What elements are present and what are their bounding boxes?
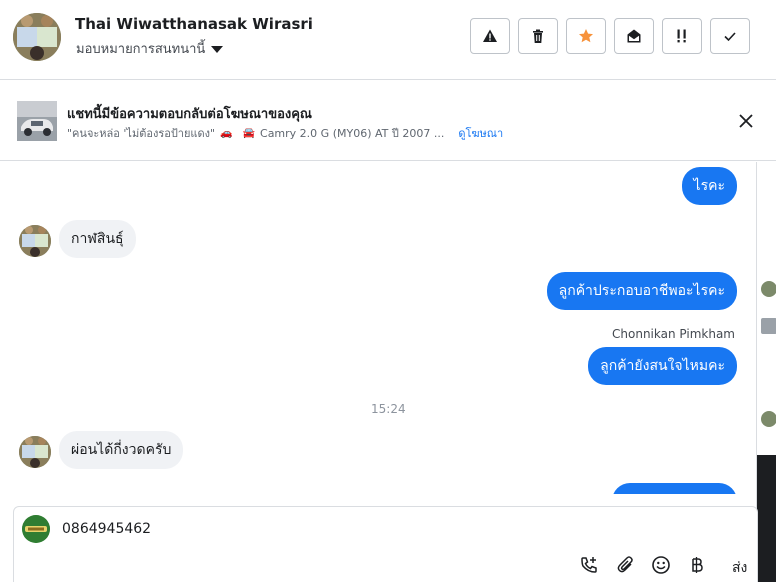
message-input[interactable] <box>62 521 662 537</box>
message-bubble-outgoing: ลูกค้ายังสนใจไหมคะ <box>588 347 737 385</box>
close-banner-button[interactable] <box>737 112 755 130</box>
contact-avatar-small <box>19 225 51 257</box>
send-button[interactable]: ส่ง <box>732 557 747 579</box>
message-timestamp: 15:24 <box>371 402 406 416</box>
attachment-icon <box>617 556 633 573</box>
message-list[interactable]: ไรคะ กาฬสินธุ์ ลูกค้าประกอบอาชีพอะไรคะ C… <box>0 162 756 494</box>
ad-text: "คนจะหล่อ 'ไม่ต้องรอป้ายแดง" <box>67 127 216 140</box>
mark-unread-button[interactable] <box>614 18 654 54</box>
trash-icon <box>533 29 543 43</box>
message-sender-name: Chonnikan Pimkham <box>612 327 735 341</box>
message-bubble-outgoing: ลูกค้าประกอบอาชีพอะไรคะ <box>546 272 737 310</box>
assign-label: มอบหมายการสนทนานี้ <box>76 42 206 57</box>
call-add-icon <box>581 557 597 573</box>
warning-icon <box>483 29 497 42</box>
car-icon: 🚗 <box>220 127 233 139</box>
done-button[interactable] <box>710 18 750 54</box>
page-avatar <box>22 515 50 543</box>
car-front-icon: 🚘 <box>242 127 256 139</box>
close-icon <box>739 114 753 128</box>
exclamation-icon <box>677 29 686 43</box>
message-bubble-outgoing-partial <box>612 483 737 494</box>
call-add-button[interactable] <box>579 555 599 575</box>
side-panel-avatar[interactable] <box>761 411 776 427</box>
payment-button[interactable] <box>687 555 707 575</box>
caret-down-icon <box>211 45 224 53</box>
side-panel-avatar[interactable] <box>761 281 776 297</box>
ad-car-text: Camry 2.0 G (MY06) AT ปี 2007 ... <box>260 127 445 140</box>
ad-reply-banner: แชทนี้มีข้อความตอบกลับต่อโฆษณาของคุณ "คน… <box>0 81 776 161</box>
report-spam-button[interactable] <box>470 18 510 54</box>
delete-button[interactable] <box>518 18 558 54</box>
conversation-view: Thai Wiwatthanasak Wirasri มอบหมายการสนท… <box>0 0 776 582</box>
message-bubble-outgoing: ไรคะ <box>681 167 737 205</box>
star-icon <box>579 29 593 43</box>
star-button[interactable] <box>566 18 606 54</box>
side-panel-dark-card <box>757 455 776 582</box>
follow-up-button[interactable] <box>662 18 702 54</box>
emoji-button[interactable] <box>651 555 671 575</box>
header-actions <box>470 18 750 54</box>
conversation-header: Thai Wiwatthanasak Wirasri มอบหมายการสนท… <box>0 0 776 80</box>
contact-avatar[interactable] <box>13 13 61 61</box>
check-icon <box>724 32 736 42</box>
contact-name: Thai Wiwatthanasak Wirasri <box>75 15 313 33</box>
message-composer: ส่ง <box>13 506 758 582</box>
side-panel-thumbnail[interactable] <box>761 318 776 334</box>
emoji-icon <box>652 556 670 574</box>
view-ad-link[interactable]: ดูโฆษณา <box>458 124 503 142</box>
baht-icon <box>692 557 703 573</box>
attachment-button[interactable] <box>616 555 636 575</box>
ad-summary: "คนจะหล่อ 'ไม่ต้องรอป้ายแดง" 🚗 🚘 Camry 2… <box>67 124 503 142</box>
envelope-open-icon <box>627 29 641 43</box>
assign-conversation-dropdown[interactable]: มอบหมายการสนทนานี้ <box>76 38 224 59</box>
message-bubble-incoming: ผ่อนได้กี่งวดครับ <box>59 431 184 469</box>
contact-avatar-small <box>19 436 51 468</box>
ad-thumbnail <box>17 101 57 141</box>
banner-title: แชทนี้มีข้อความตอบกลับต่อโฆษณาของคุณ <box>67 107 312 122</box>
message-bubble-incoming: กาฬสินธุ์ <box>59 220 136 258</box>
